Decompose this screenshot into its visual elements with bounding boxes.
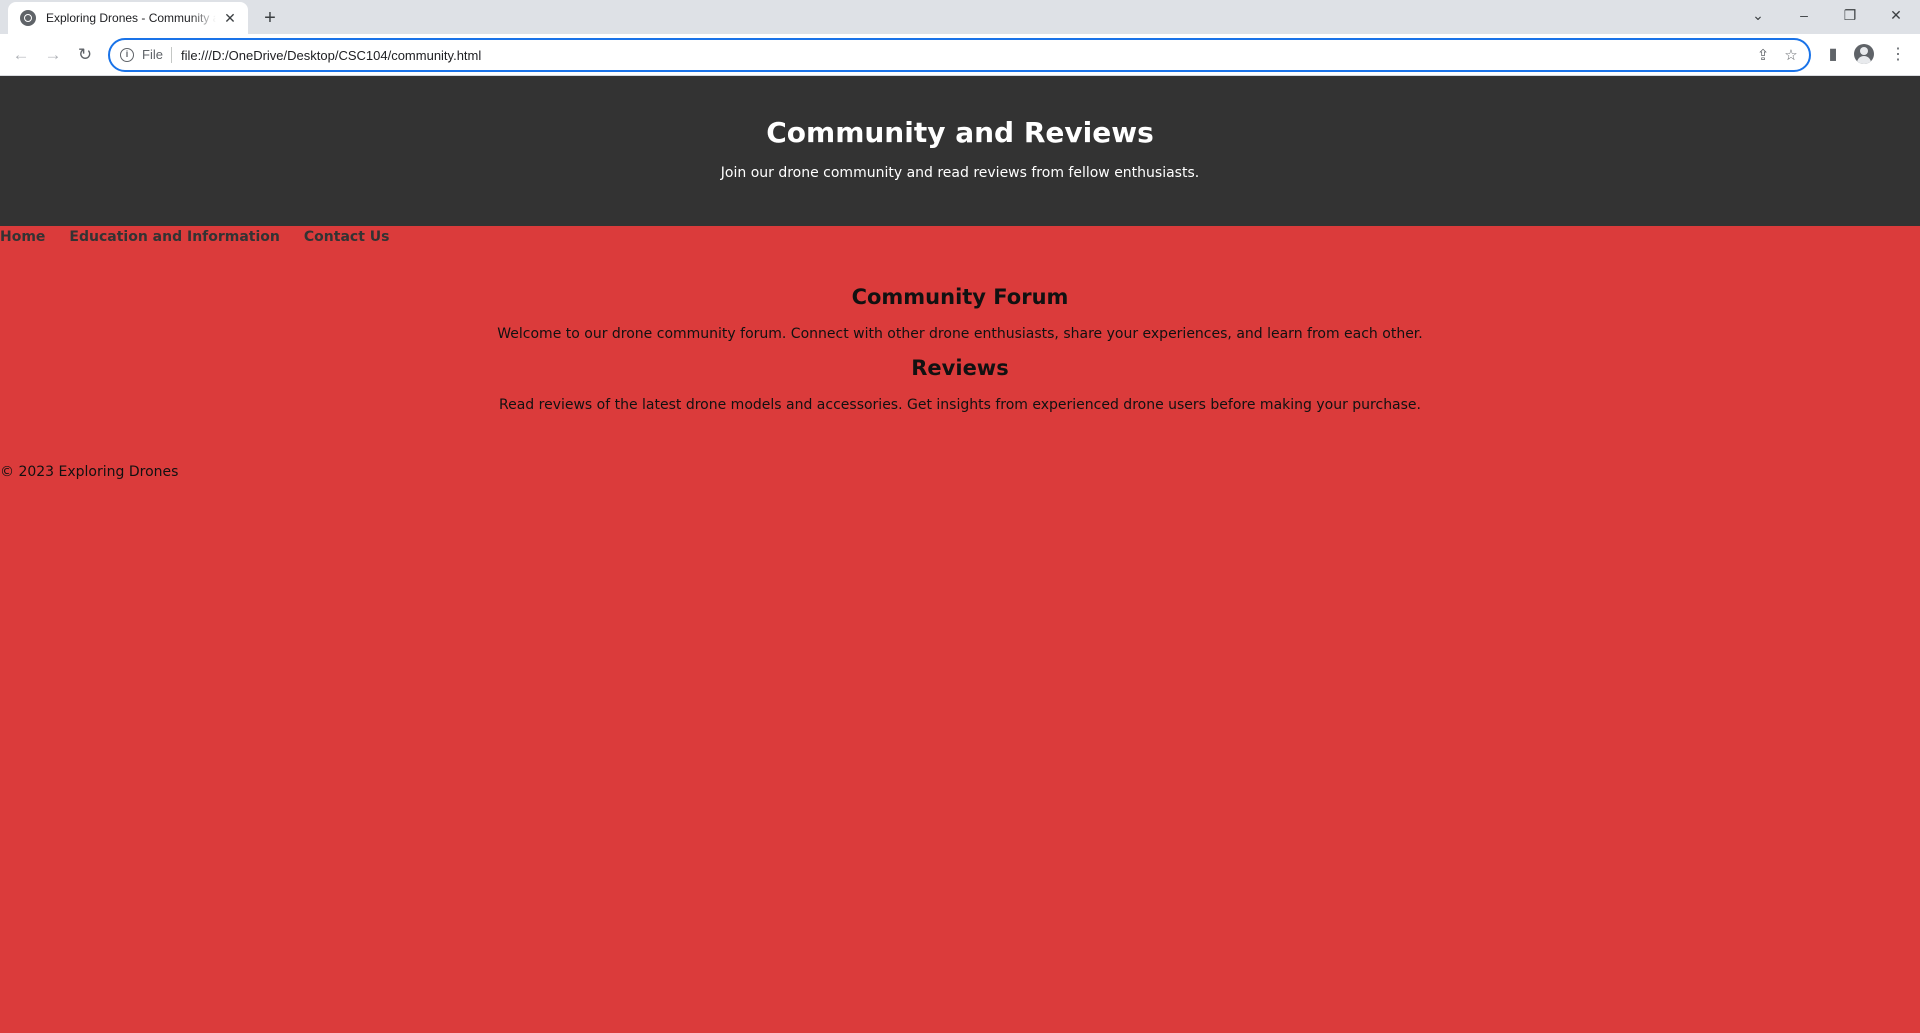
menu-button[interactable]: ⋮ bbox=[1884, 41, 1912, 69]
back-button[interactable]: ← bbox=[7, 41, 35, 69]
page-tagline: Join our drone community and read review… bbox=[720, 165, 1200, 181]
reload-icon: ↻ bbox=[77, 45, 93, 64]
close-window-icon[interactable]: ✕ bbox=[1873, 0, 1919, 30]
nav-link-education[interactable]: Education and Information bbox=[69, 228, 279, 246]
share-icon[interactable]: ⇪ bbox=[1753, 46, 1773, 66]
section-text: Read reviews of the latest drone models … bbox=[499, 397, 1421, 413]
scheme-chip[interactable]: File bbox=[142, 47, 172, 63]
tab-search-icon[interactable]: ⌄ bbox=[1735, 0, 1781, 30]
side-panel-icon: ▮ bbox=[1828, 46, 1838, 63]
section-community-forum: Community Forum Welcome to our drone com… bbox=[0, 248, 1920, 343]
tab-title: Exploring Drones - Community and Reviews bbox=[46, 11, 216, 25]
url-text[interactable]: file:///D:/OneDrive/Desktop/CSC104/commu… bbox=[181, 48, 481, 63]
section-heading: Community Forum bbox=[851, 285, 1069, 309]
forward-button[interactable]: → bbox=[39, 41, 67, 69]
main-content: Community Forum Welcome to our drone com… bbox=[0, 248, 1920, 414]
restore-icon[interactable]: ❐ bbox=[1827, 0, 1873, 30]
reload-button[interactable]: ↻ bbox=[71, 41, 99, 69]
page-title: Community and Reviews bbox=[766, 116, 1154, 149]
star-icon[interactable]: ☆ bbox=[1781, 46, 1801, 66]
nav-link-home[interactable]: Home bbox=[0, 228, 45, 246]
site-header: Community and Reviews Join our drone com… bbox=[0, 76, 1920, 226]
page-viewport: Community and Reviews Join our drone com… bbox=[0, 76, 1920, 1033]
browser-toolbar: ← → ↻ i File file:///D:/OneDrive/Desktop… bbox=[0, 34, 1920, 76]
section-text: Welcome to our drone community forum. Co… bbox=[497, 326, 1423, 342]
globe-icon bbox=[20, 10, 36, 26]
site-footer: © 2023 Exploring Drones bbox=[0, 414, 1920, 481]
kebab-menu-icon: ⋮ bbox=[1890, 46, 1906, 63]
arrow-right-icon: → bbox=[44, 45, 62, 64]
info-icon[interactable]: i bbox=[120, 48, 134, 62]
browser-tab[interactable]: Exploring Drones - Community and Reviews… bbox=[8, 2, 248, 34]
minimize-icon[interactable]: – bbox=[1781, 0, 1827, 30]
site-nav: Home Education and Information Contact U… bbox=[0, 226, 1920, 248]
address-bar[interactable]: i File file:///D:/OneDrive/Desktop/CSC10… bbox=[108, 38, 1811, 72]
close-tab-icon[interactable]: ✕ bbox=[222, 10, 238, 26]
profile-icon[interactable] bbox=[1854, 44, 1874, 64]
new-tab-button[interactable]: + bbox=[258, 6, 282, 30]
arrow-left-icon: ← bbox=[12, 45, 30, 64]
side-panel-button[interactable]: ▮ bbox=[1819, 41, 1847, 69]
footer-text: © 2023 Exploring Drones bbox=[0, 464, 179, 480]
nav-link-contact[interactable]: Contact Us bbox=[304, 228, 390, 246]
section-heading: Reviews bbox=[911, 356, 1009, 380]
section-reviews: Reviews Read reviews of the latest drone… bbox=[0, 343, 1920, 414]
tab-strip: Exploring Drones - Community and Reviews… bbox=[0, 0, 1920, 34]
